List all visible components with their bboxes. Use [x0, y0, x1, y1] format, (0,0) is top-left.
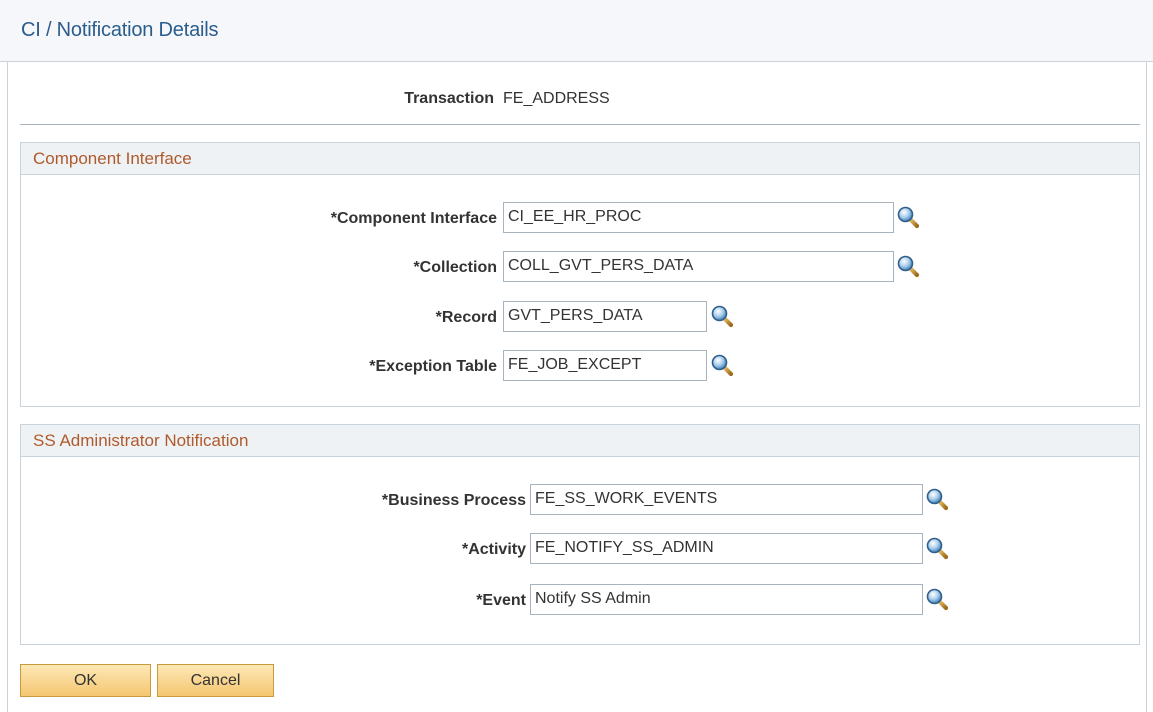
collection-lookup-icon[interactable] — [896, 254, 920, 278]
activity-label: *Activity — [461, 541, 526, 558]
divider — [20, 124, 1140, 125]
ss-admin-notification-group-header: SS Administrator Notification — [21, 425, 1139, 457]
collection-input[interactable]: COLL_GVT_PERS_DATA — [503, 251, 894, 282]
event-label: *Event — [476, 592, 526, 609]
event-lookup-icon[interactable] — [925, 587, 949, 611]
transaction-value: FE_ADDRESS — [503, 90, 610, 107]
business-process-label: *Business Process — [381, 492, 526, 509]
exception-table-input[interactable]: FE_JOB_EXCEPT — [503, 350, 707, 381]
transaction-label: Transaction — [404, 90, 494, 107]
business-process-lookup-icon[interactable] — [925, 487, 949, 511]
page-header: CI / Notification Details — [0, 0, 1153, 62]
activity-lookup-icon[interactable] — [925, 536, 949, 560]
exception-table-lookup-icon[interactable] — [710, 353, 734, 377]
component-interface-lookup-icon[interactable] — [896, 205, 920, 229]
cancel-button[interactable]: Cancel — [157, 664, 274, 697]
page-title: CI / Notification Details — [21, 19, 219, 41]
record-input[interactable]: GVT_PERS_DATA — [503, 301, 707, 332]
component-interface-input[interactable]: CI_EE_HR_PROC — [503, 202, 894, 233]
exception-table-label: *Exception Table — [369, 358, 497, 375]
record-lookup-icon[interactable] — [710, 304, 734, 328]
business-process-input[interactable]: FE_SS_WORK_EVENTS — [530, 484, 923, 515]
ok-button[interactable]: OK — [20, 664, 151, 697]
transaction-row: Transaction FE_ADDRESS — [0, 90, 1153, 110]
component-interface-label: *Component Interface — [330, 210, 497, 227]
record-label: *Record — [435, 309, 497, 326]
component-interface-group-header: Component Interface — [21, 143, 1139, 175]
event-input[interactable]: Notify SS Admin — [530, 584, 923, 615]
collection-label: *Collection — [413, 259, 497, 276]
activity-input[interactable]: FE_NOTIFY_SS_ADMIN — [530, 533, 923, 564]
